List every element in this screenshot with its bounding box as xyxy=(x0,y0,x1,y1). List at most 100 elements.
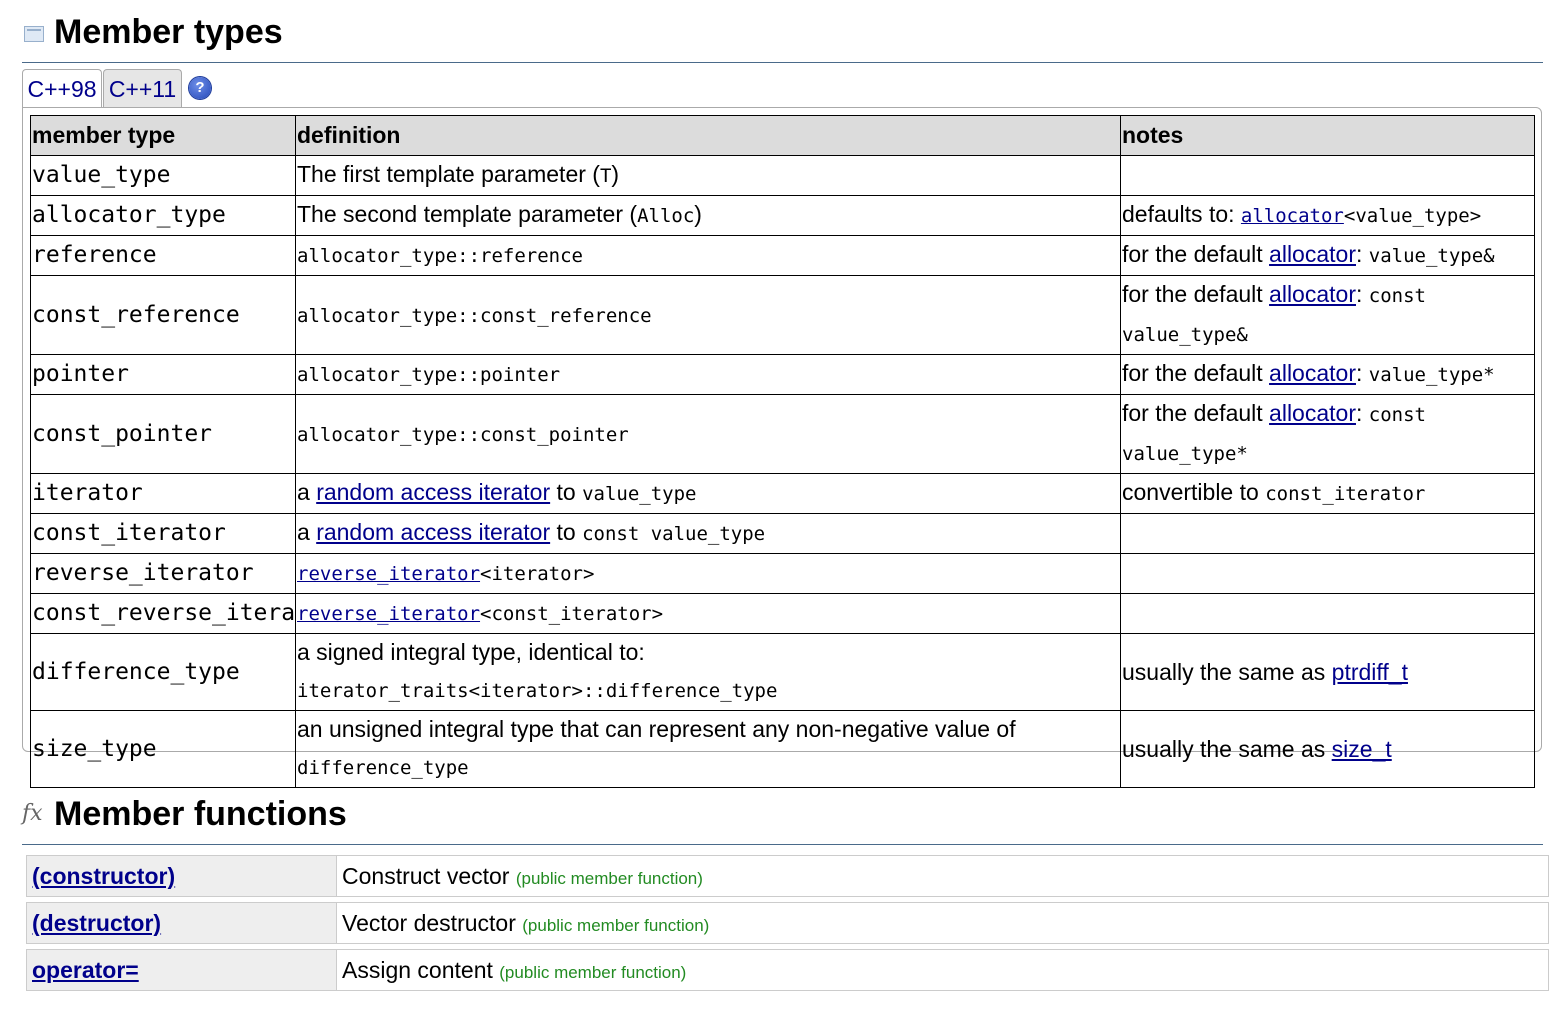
member-type-row: reverse_iterator reverse_iterator<iterato… xyxy=(30,553,1535,594)
member-type-name: pointer xyxy=(30,354,296,395)
member-type-notes xyxy=(1120,155,1535,196)
member-function-description-cell: Vector destructor (public member functio… xyxy=(336,902,1549,944)
definition-code: difference_type xyxy=(297,757,469,779)
member-types-icon xyxy=(24,26,44,42)
notes-text: : xyxy=(1355,360,1369,386)
notes-text: for the default xyxy=(1122,241,1270,267)
definition-text: ) xyxy=(611,161,620,187)
column-header-notes: notes xyxy=(1120,115,1535,156)
member-type-name: size_type xyxy=(30,710,296,788)
notes-link[interactable]: allocator xyxy=(1269,360,1356,386)
member-type-definition: allocator_type::const_reference xyxy=(295,275,1121,355)
member-function-description-cell: Construct vector (public member function… xyxy=(336,855,1549,897)
member-type-name: const_iterator xyxy=(30,513,296,554)
definition-link[interactable]: random access iterator xyxy=(316,519,550,545)
definition-code-link[interactable]: reverse_iterator xyxy=(297,563,480,585)
definition-link[interactable]: random access iterator xyxy=(316,479,550,505)
member-functions-header: fx Member functions xyxy=(22,782,1543,845)
definition-text: The second template parameter ( xyxy=(297,201,638,227)
notes-link[interactable]: size_t xyxy=(1332,736,1392,762)
member-function-description-cell: Assign content (public member function) xyxy=(336,949,1549,991)
notes-link[interactable]: ptrdiff_t xyxy=(1332,659,1408,685)
member-types-table: member type definition notes value_type T… xyxy=(30,115,1535,788)
member-function-name-cell: (destructor) xyxy=(26,902,336,944)
member-type-name: reference xyxy=(30,235,296,276)
member-type-name: reverse_iterator xyxy=(30,553,296,594)
notes-link[interactable]: allocator xyxy=(1269,281,1356,307)
member-type-definition: allocator_type::reference xyxy=(295,235,1121,276)
member-function-link[interactable]: (destructor) xyxy=(32,910,161,936)
column-header-member-type: member type xyxy=(30,115,296,156)
member-type-name: value_type xyxy=(30,155,296,196)
member-type-notes xyxy=(1120,553,1535,594)
definition-text: ) xyxy=(694,201,702,227)
member-types-title: Member types xyxy=(54,13,283,51)
member-type-notes: for the default allocator: value_type& xyxy=(1120,235,1535,276)
definition-code: <const_iterator> xyxy=(480,603,664,625)
member-type-row: pointer allocator_type::pointer for the de… xyxy=(30,354,1535,395)
definition-code: allocator_type::const_reference xyxy=(297,304,652,327)
notes-text: defaults to: xyxy=(1122,201,1241,227)
member-type-row: const_pointer allocator_type::const_point… xyxy=(30,394,1535,474)
definition-code: Alloc xyxy=(637,205,695,227)
definition-text: to xyxy=(550,519,583,545)
member-type-row: iterator a random access iterator to valu… xyxy=(30,473,1535,514)
definition-text: a xyxy=(297,519,317,545)
member-function-kind: (public member function) xyxy=(522,915,710,935)
notes-text: : xyxy=(1355,241,1369,267)
member-type-definition: allocator_type::pointer xyxy=(295,354,1121,395)
member-type-definition: The second template parameter (Alloc) xyxy=(295,195,1121,236)
help-icon[interactable]: ? xyxy=(189,77,211,99)
tab-cpp98[interactable]: C++98 xyxy=(22,69,102,107)
member-type-name: const_reverse_iterator xyxy=(30,593,296,634)
member-function-row: (constructor) Construct vector (public me… xyxy=(26,855,1549,897)
notes-text: : xyxy=(1355,281,1369,307)
definition-code: allocator_type::pointer xyxy=(297,364,561,386)
definition-text: The first template parameter ( xyxy=(297,161,600,187)
definition-code: T xyxy=(599,165,612,187)
member-type-definition: The first template parameter (T) xyxy=(295,155,1121,196)
definition-code: <iterator> xyxy=(480,563,595,585)
member-type-notes: for the default allocator: const value_t… xyxy=(1120,394,1535,474)
member-type-definition: a random access iterator to value_type xyxy=(295,473,1121,514)
definition-code: iterator_traits<iterator>::difference_ty… xyxy=(297,680,778,702)
member-type-definition: reverse_iterator<iterator> xyxy=(295,553,1121,594)
member-type-definition: a signed integral type, identical to: it… xyxy=(295,633,1121,711)
member-function-row: (destructor) Vector destructor (public me… xyxy=(26,902,1549,944)
definition-text: a signed integral type, identical to: xyxy=(297,639,645,665)
member-type-notes: defaults to: allocator<value_type> xyxy=(1120,195,1535,236)
member-type-row: reference allocator_type::reference for th… xyxy=(30,235,1535,276)
notes-code-link[interactable]: allocator xyxy=(1241,205,1344,227)
member-type-notes: for the default allocator: value_type* xyxy=(1120,354,1535,395)
notes-code: value_type* xyxy=(1368,364,1495,386)
notes-text: for the default xyxy=(1122,360,1270,386)
member-type-name: iterator xyxy=(30,473,296,514)
notes-text: for the default xyxy=(1122,400,1270,426)
member-type-definition: allocator_type::const_pointer xyxy=(295,394,1121,474)
member-function-description: Vector destructor xyxy=(342,909,523,936)
notes-link[interactable]: allocator xyxy=(1269,241,1356,267)
column-header-definition: definition xyxy=(295,115,1121,156)
member-function-link[interactable]: (constructor) xyxy=(32,863,175,889)
member-function-link[interactable]: operator= xyxy=(32,957,139,983)
member-function-description: Assign content xyxy=(342,956,500,983)
member-types-header-row: member type definition notes xyxy=(30,115,1535,156)
member-type-row: const_iterator a random access iterator t… xyxy=(30,513,1535,554)
member-type-row: size_type an unsigned integral type that … xyxy=(30,710,1535,788)
member-functions-title: Member functions xyxy=(54,795,347,833)
member-type-name: allocator_type xyxy=(30,195,296,236)
member-type-row: const_reverse_iteratorreverse_iterator<c… xyxy=(30,593,1535,634)
notes-link[interactable]: allocator xyxy=(1269,400,1356,426)
notes-text: convertible to xyxy=(1122,479,1266,505)
notes-code: value_type& xyxy=(1368,245,1495,267)
tab-cpp11[interactable]: C++11 xyxy=(103,69,182,107)
definition-code: allocator_type::reference xyxy=(297,245,583,267)
definition-code-link[interactable]: reverse_iterator xyxy=(297,603,480,625)
member-types-header: Member types xyxy=(22,0,1543,63)
member-type-row: const_reference allocator_type::const_ref… xyxy=(30,275,1535,355)
member-function-name-cell: (constructor) xyxy=(26,855,336,897)
notes-code: const_iterator xyxy=(1265,483,1426,505)
member-function-name-cell: operator= xyxy=(26,949,336,991)
definition-code: allocator_type::const_pointer xyxy=(297,423,629,446)
fx-icon: fx xyxy=(22,801,43,826)
